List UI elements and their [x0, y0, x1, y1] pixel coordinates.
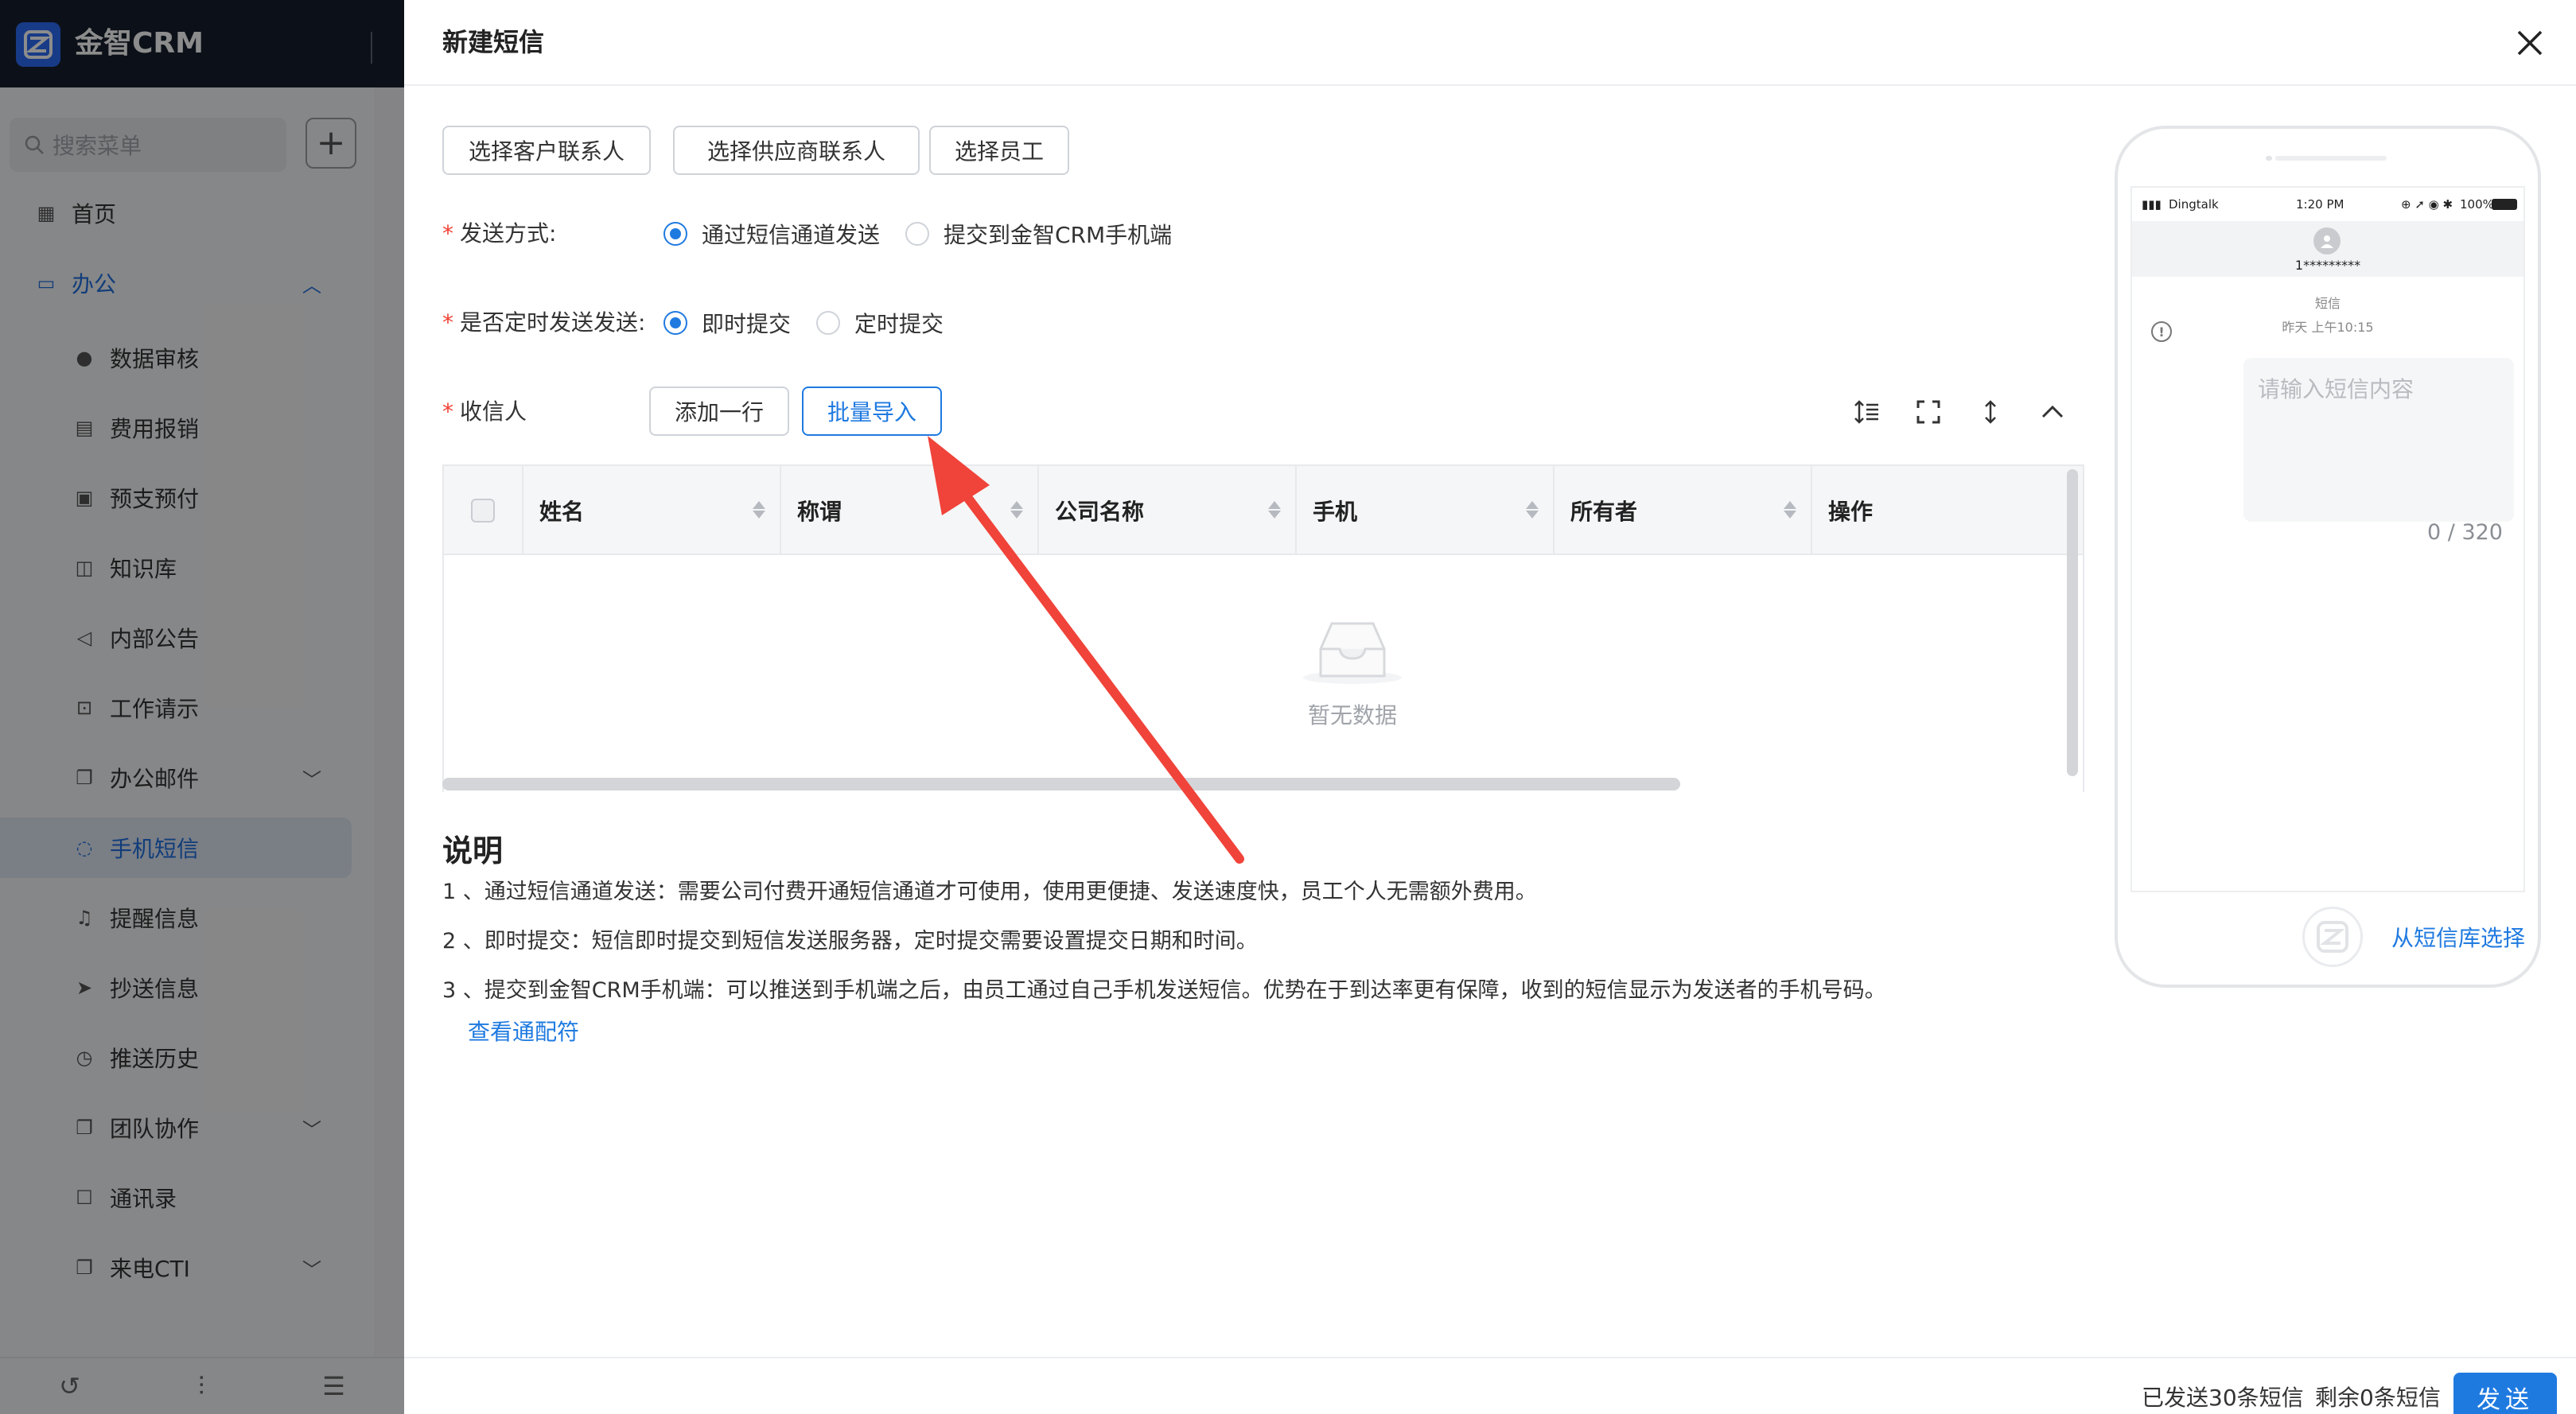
radio-label: 即时提交: [702, 311, 792, 337]
phone-time: 1:20 PM: [2296, 197, 2344, 212]
column-header-owner[interactable]: 所有者: [1555, 466, 1812, 555]
select-all-checkbox[interactable]: [444, 466, 523, 555]
contact-number: 1*********: [2294, 258, 2361, 273]
select-employees-button[interactable]: 选择员工: [929, 126, 1069, 175]
radio-crm-mobile[interactable]: 提交到金智CRM手机端: [905, 218, 1172, 250]
horizontal-scrollbar[interactable]: [442, 778, 1680, 791]
sort-icon[interactable]: [1784, 501, 1796, 519]
column-header-company[interactable]: 公司名称: [1039, 466, 1297, 555]
sort-icon[interactable]: [1526, 501, 1539, 519]
send-method-label: * 发送方式:: [442, 220, 557, 247]
column-title: 手机: [1313, 499, 1358, 525]
fullscreen-icon[interactable]: [1911, 394, 1946, 429]
notes-title: 说明: [442, 833, 504, 868]
send-button[interactable]: 发送: [2453, 1373, 2557, 1414]
empty-state: 暂无数据: [1300, 614, 1405, 730]
phone-preview: ▮▮▮ Dingtalk 1:20 PM ⊕ ➚ ◉ ✱ 100% 1*****…: [2115, 126, 2541, 988]
battery-label: 100%: [2460, 197, 2494, 212]
column-title: 公司名称: [1055, 499, 1145, 525]
vertical-scrollbar[interactable]: [2067, 469, 2078, 776]
view-wildcards-link[interactable]: 查看通配符: [468, 1015, 579, 1050]
radio-immediate[interactable]: 即时提交: [663, 307, 791, 339]
column-title: 称谓: [797, 499, 842, 525]
bulk-import-button[interactable]: 批量导入: [802, 387, 942, 436]
carrier-label: Dingtalk: [2169, 197, 2219, 212]
row-height-icon[interactable]: [1849, 394, 1884, 429]
empty-text: 暂无数据: [1307, 702, 1397, 728]
table-header: 姓名 称谓 公司名称 手机 所有者 操作: [444, 466, 2083, 555]
sms-placeholder: 请输入短信内容: [2258, 376, 2415, 402]
column-header-mobile[interactable]: 手机: [1297, 466, 1555, 555]
phone-camera: [2266, 156, 2272, 161]
checkbox[interactable]: [471, 499, 495, 522]
sort-icon[interactable]: [1010, 501, 1023, 519]
note-item: 2 、即时提交：短信即时提交到短信发送服务器，定时提交需要设置提交日期和时间。: [442, 929, 1258, 954]
select-customer-contacts-button[interactable]: 选择客户联系人: [442, 126, 651, 175]
drawer-header: 新建短信: [404, 0, 2576, 86]
column-title: 所有者: [1570, 499, 1638, 525]
radio-scheduled[interactable]: 定时提交: [816, 307, 944, 339]
radio-dot: [905, 222, 929, 246]
recipients-label: * 收信人: [442, 398, 527, 425]
radio-dot: [663, 222, 687, 246]
sort-icon[interactable]: [1268, 501, 1281, 519]
contact-header: 1*********: [2132, 221, 2523, 277]
phone-screen: ▮▮▮ Dingtalk 1:20 PM ⊕ ➚ ◉ ✱ 100% 1*****…: [2130, 186, 2525, 892]
note-item: 3 、提交到金智CRM手机端：可以推送到手机端之后，由员工通过自己手机发送短信。…: [442, 978, 1886, 1003]
modal-mask[interactable]: [0, 0, 404, 1414]
radio-dot: [663, 311, 687, 335]
radio-label: 提交到金智CRM手机端: [944, 222, 1173, 248]
sent-count: 已发送30条短信: [2142, 1385, 2304, 1411]
brand-logo-icon: [2302, 907, 2363, 967]
empty-box-icon: [1303, 622, 1402, 684]
add-row-button[interactable]: 添加一行: [649, 387, 789, 436]
char-counter: 0 / 320: [2427, 520, 2503, 545]
avatar-icon: [2313, 227, 2341, 254]
warning-icon: !: [2151, 321, 2172, 342]
remaining-count: 剩余0条短信: [2315, 1385, 2441, 1411]
vertical-expand-icon[interactable]: [1973, 394, 2008, 429]
drawer-title: 新建短信: [442, 27, 545, 57]
new-sms-drawer: 新建短信 选择客户联系人 选择供应商联系人 选择员工 * 发送方式: 通过短信通道…: [404, 0, 2576, 1414]
radio-sms-channel[interactable]: 通过短信通道发送: [663, 218, 880, 250]
column-header-name[interactable]: 姓名: [523, 466, 781, 555]
sort-icon[interactable]: [753, 501, 765, 519]
select-supplier-contacts-button[interactable]: 选择供应商联系人: [673, 126, 920, 175]
sms-content-input[interactable]: 请输入短信内容 0 / 320: [2243, 358, 2514, 545]
choose-from-library-link[interactable]: 从短信库选择: [2391, 921, 2525, 953]
note-item: 1 、通过短信通道发送：需要公司付费开通短信通道才可使用，使用更便捷、发送速度快…: [442, 880, 1537, 904]
phone-status-bar: ▮▮▮ Dingtalk 1:20 PM ⊕ ➚ ◉ ✱ 100%: [2132, 188, 2523, 221]
column-header-actions: 操作: [1812, 466, 2083, 555]
recipients-table: 姓名 称谓 公司名称 手机 所有者 操作 暂无数据: [442, 464, 2084, 792]
radio-label: 定时提交: [854, 311, 944, 337]
phone-speaker: [2275, 156, 2387, 161]
radio-label: 通过短信通道发送: [702, 222, 881, 248]
radio-dot: [816, 311, 840, 335]
message-time: 昨天 上午10:15: [2282, 320, 2374, 335]
column-title: 姓名: [539, 499, 585, 525]
battery-icon: [2492, 199, 2517, 210]
timing-label: * 是否定时发送发送:: [442, 309, 646, 336]
drawer-footer: 已发送30条短信 剩余0条短信 发送: [404, 1357, 2576, 1414]
message-type: 短信: [2314, 296, 2341, 311]
signal-icon: ▮▮▮: [2142, 197, 2162, 212]
column-header-title[interactable]: 称谓: [781, 466, 1039, 555]
status-icons: ⊕ ➚ ◉ ✱: [2401, 197, 2453, 212]
column-title: 操作: [1828, 499, 1874, 525]
collapse-up-icon[interactable]: [2035, 394, 2070, 429]
close-icon[interactable]: [2511, 24, 2549, 62]
